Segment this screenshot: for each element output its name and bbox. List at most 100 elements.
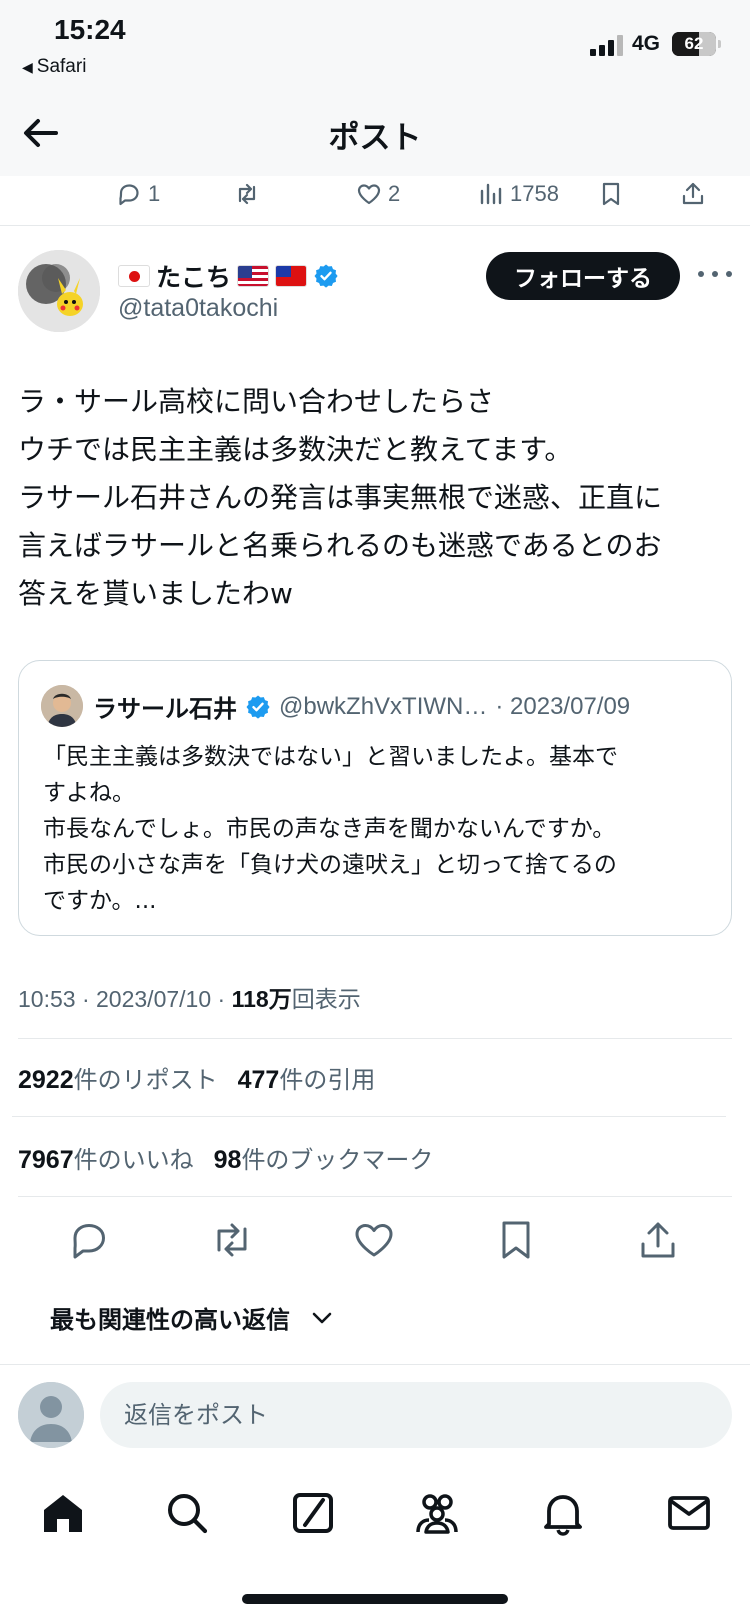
battery-level: 62 — [684, 34, 704, 53]
page-title: ポスト — [328, 120, 422, 156]
usa-flag-icon — [237, 265, 270, 287]
cellular-signal-icon — [590, 35, 623, 56]
bookmark-icon[interactable] — [494, 1218, 538, 1262]
like-bookmark-counts: 7967件のいいね 98件のブックマーク — [18, 1140, 433, 1175]
parent-like-count: 2 — [388, 181, 401, 206]
quote-header: ラサール石井 @bwkZhVxTIWN… · 2023/07/09 — [93, 689, 717, 724]
quote-author-handle: @bwkZhVxTIWN… — [279, 692, 488, 720]
status-bar: 15:24 ◀ Safari 4G 62 — [0, 0, 750, 90]
share-icon — [682, 182, 704, 205]
post-text-line: 答えを貰いましたわw — [18, 577, 293, 610]
parent-bookmark-button[interactable] — [598, 178, 624, 210]
post-text-line: ウチでは民主主義は多数決だと教えてます。 — [18, 433, 573, 466]
parent-metrics-row: 1 2 1758 — [0, 172, 750, 226]
quote-avatar-image — [41, 685, 83, 727]
reply-sort-label: 最も関連性の高い返信 — [50, 1306, 290, 1334]
reposts-count-link[interactable]: 2922件のリポスト — [18, 1060, 218, 1095]
post-date: 2023/07/10 — [96, 986, 212, 1012]
repost-quote-counts: 2922件のリポスト 477件の引用 — [18, 1060, 375, 1095]
parent-like-button[interactable]: 2 — [356, 178, 400, 210]
bookmarks-count-link[interactable]: 98件のブックマーク — [214, 1140, 434, 1175]
likes-count: 7967 — [18, 1146, 74, 1174]
likes-label: 件のいいね — [73, 1146, 194, 1174]
share-icon[interactable] — [636, 1218, 680, 1262]
more-options-icon[interactable] — [698, 262, 732, 286]
bottom-nav — [0, 1482, 750, 1552]
bookmark-icon — [602, 182, 620, 206]
author-name-row[interactable]: たこち — [118, 258, 339, 294]
divider — [18, 1196, 732, 1197]
post-action-bar — [0, 1212, 750, 1268]
quote-verified-badge-icon — [246, 695, 270, 719]
parent-views-count: 1758 — [510, 181, 559, 206]
pikachu-avatar-image — [18, 250, 100, 332]
japan-flag-icon — [118, 265, 150, 287]
parent-views-button[interactable]: 1758 — [478, 178, 559, 210]
quotes-count-link[interactable]: 477件の引用 — [238, 1060, 376, 1095]
reply-input[interactable] — [100, 1382, 732, 1448]
post-text-line: ラ・サール高校に問い合わせしたらさ — [18, 385, 495, 418]
follow-button[interactable]: フォローする — [486, 252, 680, 300]
back-app-label: Safari — [36, 56, 87, 77]
post-time: 10:53 — [18, 986, 76, 1012]
home-icon[interactable] — [40, 1490, 86, 1536]
verified-badge-icon — [314, 264, 338, 288]
post-text-line: ラサール石井さんの発言は事実無根で迷惑、正直に — [18, 481, 663, 514]
battery-tip — [718, 40, 721, 48]
author-avatar[interactable] — [18, 250, 100, 332]
heart-icon — [357, 184, 381, 205]
quote-text-line: 市長なんでしょ。市民の声なき声を聞かないんですか。 — [43, 816, 616, 842]
current-user-avatar[interactable] — [18, 1382, 84, 1448]
reply-icon[interactable] — [68, 1218, 112, 1262]
quote-date: · 2023/07/09 — [495, 692, 631, 720]
top-header: ポスト — [0, 90, 750, 176]
grok-icon[interactable] — [290, 1490, 336, 1536]
post-text-line: 言えばラサールと名乗られるのも迷惑であるとのお — [18, 529, 662, 562]
divider — [0, 1364, 750, 1365]
heart-icon[interactable] — [352, 1218, 396, 1262]
reply-icon — [119, 184, 139, 206]
likes-count-link[interactable]: 7967件のいいね — [18, 1140, 194, 1175]
battery-icon: 62 — [672, 32, 716, 56]
parent-reply-count: 1 — [148, 181, 161, 206]
post-views-label: 回表示 — [291, 986, 361, 1012]
parent-share-button[interactable] — [680, 178, 706, 210]
author-name: たこち — [156, 263, 232, 292]
reposts-label: 件のリポスト — [73, 1066, 218, 1094]
taiwan-flag-icon — [275, 265, 308, 287]
quote-author-avatar — [41, 685, 83, 727]
network-type: 4G — [632, 32, 661, 55]
status-time: 15:24 — [54, 14, 126, 45]
back-to-app-link[interactable]: ◀ Safari — [22, 56, 86, 78]
chevron-down-icon — [312, 1312, 332, 1323]
quote-text-line: 市民の小さな声を「負け犬の遠吠え」と切って捨てるの — [43, 852, 617, 878]
quote-text-line: 「民主主義は多数決ではない」と習いましたよ。基本で — [43, 744, 618, 770]
quotes-label: 件の引用 — [279, 1066, 376, 1094]
parent-reply-button[interactable]: 1 — [116, 178, 160, 210]
bookmarks-label: 件のブックマーク — [241, 1146, 434, 1174]
bookmarks-count: 98 — [213, 1146, 242, 1174]
quote-text: 「民主主義は多数決ではない」と習いましたよ。基本で すよね。 市長なんでしょ。市… — [43, 739, 715, 919]
quoted-post[interactable]: ラサール石井 @bwkZhVxTIWN… · 2023/07/09 「民主主義は… — [18, 660, 732, 936]
parent-repost-button[interactable] — [234, 178, 260, 210]
post-views-count[interactable]: 118万 — [232, 986, 292, 1012]
quote-author-name: ラサール石井 — [93, 695, 237, 723]
messages-icon[interactable] — [666, 1490, 712, 1536]
quote-text-line: ですか。... — [43, 888, 157, 914]
communities-icon[interactable] — [414, 1490, 460, 1536]
analytics-icon — [480, 183, 502, 205]
repost-icon — [238, 183, 256, 205]
post-meta: 10:53 · 2023/07/10 · 118万回表示 — [18, 986, 361, 1012]
repost-icon[interactable] — [210, 1218, 254, 1262]
post-text: ラ・サール高校に問い合わせしたらさ ウチでは民主主義は多数決だと教えてます。 ラ… — [18, 378, 733, 618]
home-indicator — [242, 1594, 508, 1604]
search-icon[interactable] — [164, 1490, 210, 1536]
reposts-count: 2922 — [18, 1066, 74, 1094]
author-handle[interactable]: @tata0takochi — [118, 294, 278, 323]
notifications-icon[interactable] — [540, 1490, 586, 1536]
divider — [18, 1038, 732, 1039]
reply-sort-dropdown[interactable]: 最も関連性の高い返信 — [50, 1300, 334, 1335]
default-user-icon — [18, 1382, 84, 1448]
quote-text-line: すよね。 — [43, 780, 135, 806]
quotes-count: 477 — [237, 1066, 280, 1094]
